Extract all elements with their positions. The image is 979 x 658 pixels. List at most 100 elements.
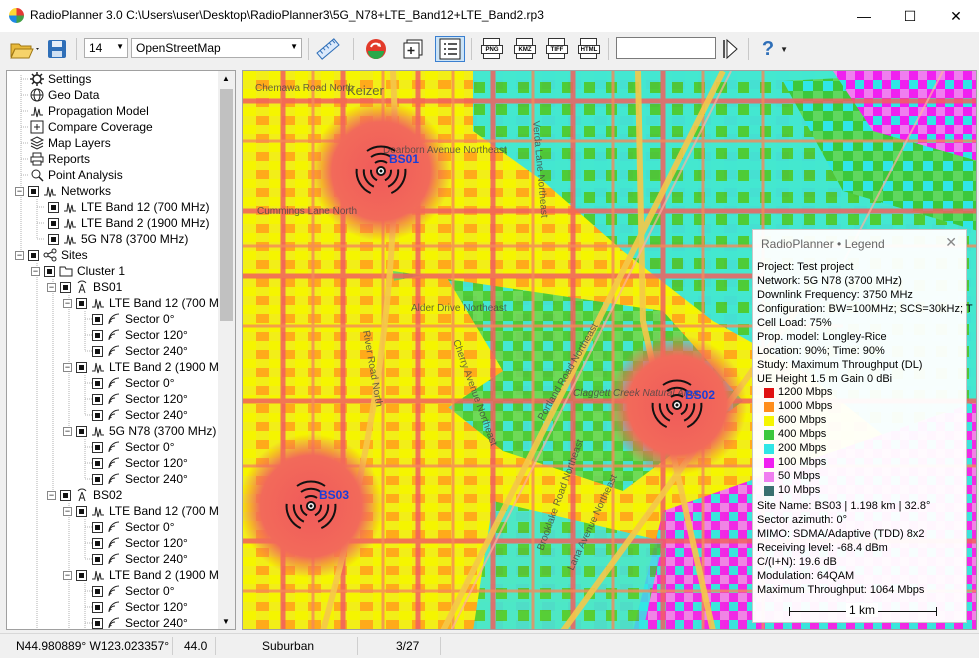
tree-item[interactable]: LTE Band 2 (1900 MHz) [35,215,210,231]
visibility-checkbox[interactable] [48,217,59,229]
export-png-button[interactable]: PNG [481,38,503,60]
visibility-checkbox[interactable] [48,233,59,245]
export-html-button[interactable]: HTML [578,38,600,60]
scroll-down-icon[interactable]: ▼ [222,617,230,626]
collapse-toggle-icon[interactable]: − [63,298,72,308]
visibility-checkbox[interactable] [92,345,103,357]
visibility-checkbox[interactable] [28,185,39,197]
collapse-toggle-icon[interactable]: − [63,426,72,436]
tree-item[interactable]: Sector 120° [79,391,188,407]
export-tiff-button[interactable]: TIFF [546,38,568,60]
map-source-select[interactable]: OpenStreetMap ▼ [131,38,302,58]
visibility-checkbox[interactable] [92,601,103,613]
help-button[interactable]: ? ▼ [758,36,792,62]
legend-close-icon[interactable]: ✕ [945,234,957,251]
visibility-checkbox[interactable] [44,265,55,277]
collapse-toggle-icon[interactable]: − [63,362,72,372]
tree-item[interactable]: − LTE Band 12 (700 M [63,503,219,519]
tree-item[interactable]: Sector 0° [79,439,175,455]
ruler-button[interactable] [314,36,342,62]
tree-item[interactable]: LTE Band 12 (700 MHz) [35,199,210,215]
close-button[interactable]: ✕ [933,0,979,32]
tree-item[interactable]: Geo Data [29,87,99,103]
tree-item[interactable]: Sector 120° [79,455,188,471]
visibility-checkbox[interactable] [76,361,87,373]
open-button[interactable] [8,36,42,62]
tree-item[interactable]: 5G N78 (3700 MHz) [35,231,188,247]
tree-item[interactable]: Sector 240° [79,471,188,487]
zoom-level-select[interactable]: 14 ▼ [84,38,128,58]
add-site-button[interactable] [400,36,426,62]
bs01-label[interactable]: BS01 [389,152,419,166]
maximize-button[interactable]: ☐ [887,0,933,32]
tree-item[interactable]: Compare Coverage [29,119,153,135]
scroll-up-icon[interactable]: ▲ [222,74,230,83]
tree-item[interactable]: Sector 0° [79,583,175,599]
tree-item[interactable]: − LTE Band 2 (1900 M [63,359,219,375]
visibility-checkbox[interactable] [48,201,59,213]
tree-item-label: LTE Band 12 (700 MHz) [81,200,210,214]
tree-item[interactable]: Sector 0° [79,519,175,535]
bs02-label[interactable]: BS02 [685,388,715,402]
collapse-toggle-icon[interactable]: − [63,570,72,580]
visibility-checkbox[interactable] [60,281,71,293]
collapse-toggle-icon[interactable]: − [47,490,56,500]
tree-item[interactable]: Sector 120° [79,327,188,343]
tree-item[interactable]: Sector 240° [79,343,188,359]
tree-item[interactable]: − Sites [15,247,88,263]
tree-item[interactable]: Sector 120° [79,599,188,615]
visibility-checkbox[interactable] [92,537,103,549]
visibility-checkbox[interactable] [92,473,103,485]
visibility-checkbox[interactable] [92,313,103,325]
scrollbar-thumb[interactable] [220,89,233,321]
tree-item[interactable]: Sector 240° [79,615,188,629]
tree-item[interactable]: Reports [29,151,90,167]
tree-item[interactable]: − Cluster 1 [31,263,125,279]
tree-item[interactable]: Sector 0° [79,375,175,391]
collapse-toggle-icon[interactable]: − [15,250,24,260]
tree-item[interactable]: Sector 120° [79,535,188,551]
tree-item[interactable]: Map Layers [29,135,111,151]
visibility-checkbox[interactable] [92,329,103,341]
visibility-checkbox[interactable] [92,585,103,597]
visibility-checkbox[interactable] [92,393,103,405]
visibility-checkbox[interactable] [92,457,103,469]
search-input[interactable] [616,37,716,59]
tree-item[interactable]: Propagation Model [29,103,149,119]
calculate-button[interactable] [362,36,390,62]
tree-item[interactable]: Sector 240° [79,407,188,423]
visibility-checkbox[interactable] [92,441,103,453]
tree-item[interactable]: Settings [29,71,91,87]
visibility-checkbox[interactable] [76,569,87,581]
go-button[interactable] [720,36,740,62]
visibility-checkbox[interactable] [92,409,103,421]
visibility-checkbox[interactable] [76,297,87,309]
tree-item[interactable]: − BS02 [47,487,122,503]
minimize-button[interactable]: — [841,0,887,32]
visibility-checkbox[interactable] [92,617,103,629]
save-button[interactable] [45,36,69,62]
visibility-checkbox[interactable] [28,249,39,261]
collapse-toggle-icon[interactable]: − [15,186,24,196]
visibility-checkbox[interactable] [76,425,87,437]
visibility-checkbox[interactable] [60,489,71,501]
export-kmz-button[interactable]: KMZ [514,38,536,60]
tree-scrollbar[interactable]: ▲ ▼ [218,71,235,629]
collapse-toggle-icon[interactable]: − [63,506,72,516]
tree-item[interactable]: Sector 240° [79,551,188,567]
bs03-label[interactable]: BS03 [319,488,349,502]
tree-item[interactable]: − BS01 [47,279,122,295]
tree-item[interactable]: − LTE Band 2 (1900 M [63,567,219,583]
tree-item[interactable]: − LTE Band 12 (700 M [63,295,219,311]
visibility-checkbox[interactable] [76,505,87,517]
visibility-checkbox[interactable] [92,521,103,533]
tree-item[interactable]: Sector 0° [79,311,175,327]
legend-toggle-button[interactable] [435,36,465,62]
visibility-checkbox[interactable] [92,553,103,565]
collapse-toggle-icon[interactable]: − [47,282,56,292]
tree-item[interactable]: − 5G N78 (3700 MHz) [63,423,216,439]
tree-item[interactable]: Point Analysis [29,167,123,183]
collapse-toggle-icon[interactable]: − [31,266,40,276]
visibility-checkbox[interactable] [92,377,103,389]
tree-item[interactable]: − Networks [15,183,111,199]
